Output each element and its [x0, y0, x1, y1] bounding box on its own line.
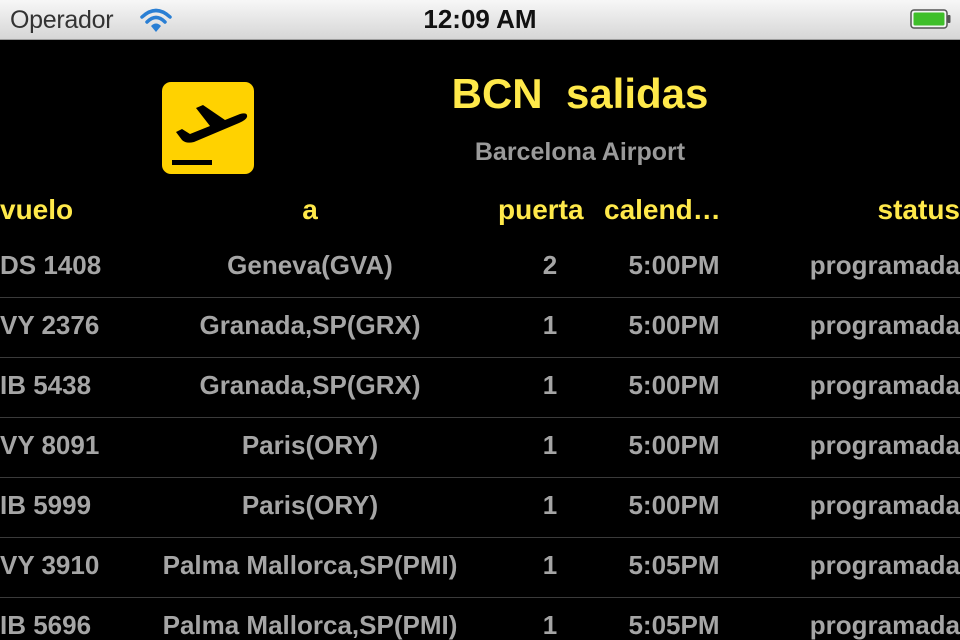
column-header-gate: puerta [498, 194, 584, 225]
table-row[interactable]: IB 5696 Palma Mallorca,SP(PMI) 1 5:05PM … [0, 598, 960, 640]
flight-gate: 1 [542, 310, 558, 340]
flight-gate: 1 [542, 610, 558, 640]
flight-destination: Geneva(GVA) [227, 250, 393, 280]
board-title: BCN salidas [451, 70, 709, 117]
flight-status: programada [809, 250, 960, 280]
flight-gate: 1 [542, 370, 558, 400]
flight-destination: Paris(ORY) [241, 430, 379, 460]
flight-status: programada [809, 370, 960, 400]
flight-time: 5:05PM [628, 610, 720, 640]
table-row[interactable]: VY 3910 Palma Mallorca,SP(PMI) 1 5:05PM … [0, 538, 960, 598]
flight-number: DS 1408 [0, 250, 102, 280]
flight-number: VY 8091 [0, 430, 100, 460]
flight-gate: 1 [542, 490, 558, 520]
flight-status: programada [809, 550, 960, 580]
airport-name: Barcelona Airport [474, 138, 686, 166]
flight-gate: 1 [542, 550, 558, 580]
flight-destination: Granada,SP(GRX) [199, 370, 421, 400]
flights-table[interactable]: DS 1408 Geneva(GVA) 2 5:00PM programada … [0, 238, 960, 640]
column-header-destination: a [302, 194, 318, 225]
column-headers: vuelo a puerta calend… status [0, 190, 960, 234]
status-time: 12:09 AM [423, 4, 537, 34]
table-row[interactable]: VY 2376 Granada,SP(GRX) 1 5:00PM program… [0, 298, 960, 358]
flight-number: IB 5438 [0, 370, 92, 400]
board-header: BCN salidas Barcelona Airport [0, 40, 960, 190]
airplane-departure-icon [162, 82, 254, 174]
flight-number: VY 2376 [0, 310, 100, 340]
column-header-flight: vuelo [0, 194, 74, 225]
flight-destination: Palma Mallorca,SP(PMI) [162, 610, 458, 640]
flight-time: 5:00PM [628, 370, 720, 400]
column-header-schedule: calend… [604, 194, 721, 225]
flight-time: 5:00PM [628, 310, 720, 340]
flight-time: 5:00PM [628, 490, 720, 520]
flight-time: 5:00PM [628, 430, 720, 460]
flight-number: VY 3910 [0, 550, 100, 580]
flight-number: IB 5999 [0, 490, 92, 520]
flight-destination: Granada,SP(GRX) [199, 310, 421, 340]
table-row[interactable]: VY 8091 Paris(ORY) 1 5:00PM programada [0, 418, 960, 478]
flight-departures-screen: Operador 12:09 AM BCN salidas Barcelona … [0, 0, 960, 640]
battery-icon [910, 9, 951, 29]
flight-status: programada [809, 430, 960, 460]
flight-status: programada [809, 610, 960, 640]
flight-status: programada [809, 490, 960, 520]
table-row[interactable]: DS 1408 Geneva(GVA) 2 5:00PM programada [0, 238, 960, 298]
table-row[interactable]: IB 5438 Granada,SP(GRX) 1 5:00PM program… [0, 358, 960, 418]
flight-destination: Paris(ORY) [241, 490, 379, 520]
flight-time: 5:00PM [628, 250, 720, 280]
flight-number: IB 5696 [0, 610, 92, 640]
flight-status: programada [809, 310, 960, 340]
status-bar: Operador 12:09 AM [0, 0, 960, 40]
table-row[interactable]: IB 5999 Paris(ORY) 1 5:00PM programada [0, 478, 960, 538]
flight-gate: 2 [542, 250, 558, 280]
flight-gate: 1 [542, 430, 558, 460]
flight-time: 5:05PM [628, 550, 720, 580]
flight-destination: Palma Mallorca,SP(PMI) [162, 550, 458, 580]
column-header-status: status [877, 194, 960, 225]
